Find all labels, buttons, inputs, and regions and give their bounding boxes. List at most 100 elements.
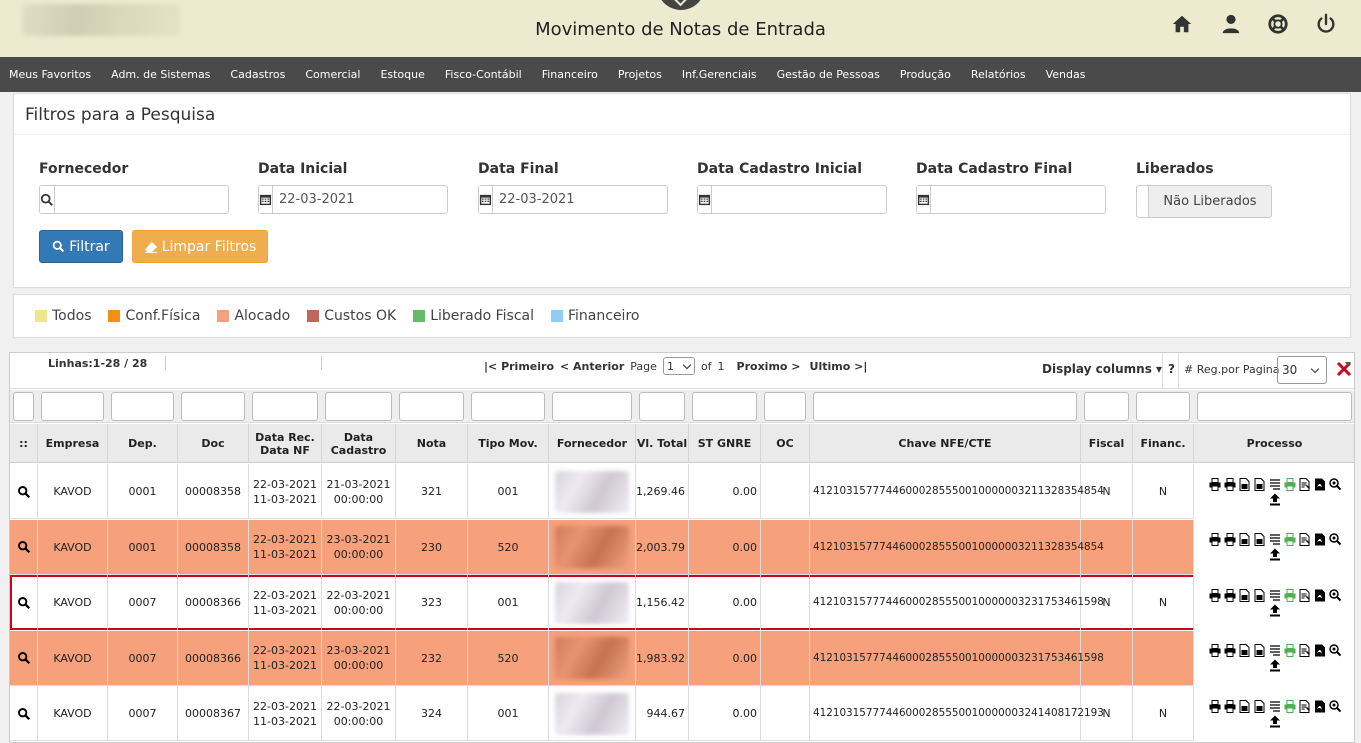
menu-item[interactable]: Gestão de Pessoas	[777, 68, 880, 81]
ultimo-page-link[interactable]: Ultimo >|	[810, 360, 868, 373]
select-cell[interactable]	[10, 630, 38, 686]
vl-total-column-filter-input[interactable]	[639, 392, 685, 421]
processo-column-filter-input[interactable]	[1197, 392, 1352, 421]
menu-item[interactable]: Inf.Gerenciais	[682, 68, 757, 81]
printer-icon[interactable]	[1224, 477, 1236, 491]
chave-nfe-column-header[interactable]: Chave NFE/CTE	[810, 424, 1081, 463]
list-icon[interactable]	[1269, 644, 1281, 657]
power-icon[interactable]	[1315, 13, 1337, 35]
menu-item[interactable]: Meus Favoritos	[9, 68, 91, 81]
document-edit-icon[interactable]	[1299, 477, 1311, 491]
calendar-icon[interactable]	[479, 186, 493, 213]
printer-green-icon[interactable]	[1284, 533, 1296, 546]
view-details-icon[interactable]	[17, 651, 31, 665]
data-final-input[interactable]	[493, 186, 669, 213]
menu-item[interactable]: Vendas	[1046, 68, 1086, 81]
menu-item[interactable]: Projetos	[618, 68, 662, 81]
dep-column-filter-input[interactable]	[111, 392, 174, 421]
menu-item[interactable]: Estoque	[380, 68, 424, 81]
data-cadastro-column-filter-input[interactable]	[325, 392, 392, 421]
printer-icon[interactable]	[1209, 477, 1221, 491]
list-icon[interactable]	[1269, 478, 1281, 491]
legend-item[interactable]: Custos OK	[307, 308, 396, 324]
menu-item[interactable]: Cadastros	[230, 68, 285, 81]
oc-column-header[interactable]: OC	[761, 424, 810, 463]
zoom-icon[interactable]	[1328, 699, 1341, 713]
pdf-icon[interactable]	[1314, 478, 1326, 491]
legend-item[interactable]: Conf.Física	[108, 308, 200, 324]
document-icon[interactable]	[1254, 588, 1266, 602]
select-column-header[interactable]: ::	[10, 424, 38, 463]
tipo-mov-column-header[interactable]: Tipo Mov.	[468, 424, 549, 463]
calendar-icon[interactable]	[259, 186, 273, 213]
select-column-filter-input[interactable]	[13, 392, 34, 421]
clear-filter-icon[interactable]	[1336, 361, 1352, 377]
pdf-icon[interactable]	[1314, 700, 1326, 713]
fornecedor-column-header[interactable]: Fornecedor	[549, 424, 636, 463]
primeiro-page-link[interactable]: |< Primeiro	[484, 360, 554, 373]
select-cell[interactable]	[10, 575, 38, 630]
printer-icon[interactable]	[1224, 644, 1236, 657]
chave-nfe-column-filter-input[interactable]	[813, 392, 1077, 421]
zoom-icon[interactable]	[1328, 588, 1341, 602]
printer-icon[interactable]	[1209, 644, 1221, 657]
view-details-icon[interactable]	[17, 540, 31, 554]
calendar-icon[interactable]	[917, 186, 931, 213]
document-icon[interactable]	[1239, 477, 1251, 491]
zoom-icon[interactable]	[1328, 477, 1341, 491]
data-inicial-input[interactable]	[273, 186, 449, 213]
menu-item[interactable]: Produção	[900, 68, 951, 81]
table-row[interactable]: KAVOD 0007 00008366 22-03-2021 11-03-2021 23-…	[10, 630, 1354, 686]
upload-icon[interactable]	[1269, 659, 1281, 672]
upload-icon[interactable]	[1269, 548, 1281, 561]
page-select[interactable]: 1	[662, 357, 695, 375]
printer-icon[interactable]	[1209, 533, 1221, 546]
upload-icon[interactable]	[1269, 715, 1281, 728]
data-cadastro-final-input[interactable]	[931, 186, 1107, 213]
document-icon[interactable]	[1254, 699, 1266, 713]
data-cadastro-inicial-input[interactable]	[712, 186, 888, 213]
printer-icon[interactable]	[1224, 533, 1236, 546]
upload-icon[interactable]	[1269, 493, 1281, 506]
proximo-page-link[interactable]: Proximo >	[737, 360, 801, 373]
fiscal-column-filter-input[interactable]	[1084, 392, 1129, 421]
printer-green-icon[interactable]	[1284, 644, 1296, 657]
search-icon[interactable]	[40, 186, 55, 213]
document-edit-icon[interactable]	[1299, 533, 1311, 546]
data-rec-column-header[interactable]: Data Rec. Data NF	[249, 424, 322, 463]
help-button[interactable]: ?	[1168, 362, 1175, 376]
printer-icon[interactable]	[1224, 588, 1236, 602]
document-icon[interactable]	[1239, 588, 1251, 602]
printer-icon[interactable]	[1209, 588, 1221, 602]
select-cell[interactable]	[10, 464, 38, 519]
list-icon[interactable]	[1269, 533, 1281, 546]
document-icon[interactable]	[1254, 533, 1266, 546]
menu-item[interactable]: Comercial	[305, 68, 360, 81]
nota-column-filter-input[interactable]	[399, 392, 464, 421]
pdf-icon[interactable]	[1314, 533, 1326, 546]
document-icon[interactable]	[1254, 477, 1266, 491]
vl-total-column-header[interactable]: Vl. Total	[636, 424, 689, 463]
list-icon[interactable]	[1269, 589, 1281, 602]
menu-item[interactable]: Relatórios	[971, 68, 1026, 81]
user-icon[interactable]	[1220, 13, 1242, 35]
fornecedor-column-filter-input[interactable]	[552, 392, 632, 421]
fiscal-column-header[interactable]: Fiscal	[1081, 424, 1133, 463]
display-columns-button[interactable]: Display columns ▾	[1042, 362, 1162, 376]
select-cell[interactable]	[10, 519, 38, 575]
zoom-icon[interactable]	[1328, 644, 1341, 657]
zoom-icon[interactable]	[1328, 533, 1341, 546]
help-icon[interactable]	[1267, 13, 1289, 35]
pdf-icon[interactable]	[1314, 589, 1326, 602]
liberados-toggle-handle[interactable]	[1137, 186, 1149, 217]
fornecedor-input[interactable]	[55, 186, 231, 213]
menu-item[interactable]: Adm. de Sistemas	[111, 68, 210, 81]
printer-icon[interactable]	[1209, 699, 1221, 713]
legend-item[interactable]: Todos	[35, 308, 91, 324]
empresa-column-filter-input[interactable]	[41, 392, 104, 421]
upload-icon[interactable]	[1269, 604, 1281, 617]
document-edit-icon[interactable]	[1299, 699, 1311, 713]
nota-column-header[interactable]: Nota	[396, 424, 468, 463]
select-cell[interactable]	[10, 686, 38, 741]
printer-green-icon[interactable]	[1284, 477, 1296, 491]
